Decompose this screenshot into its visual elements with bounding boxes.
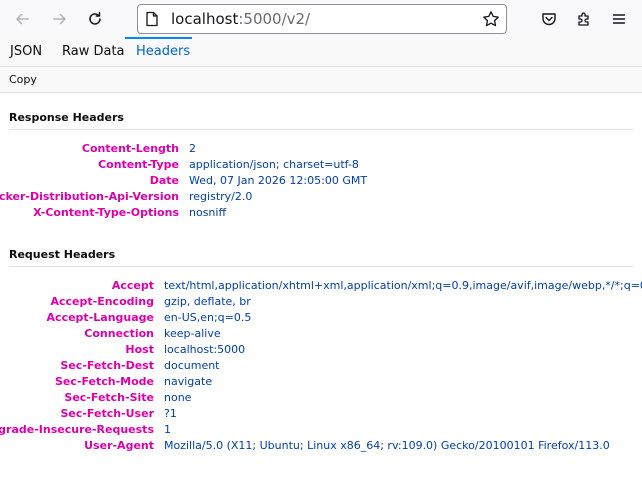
headers-toolbar: Copy — [0, 67, 642, 93]
header-name: User-Agent — [84, 439, 154, 452]
header-value: application/json; charset=utf-8 — [189, 158, 359, 171]
extensions-button[interactable] — [570, 5, 598, 33]
forward-arrow-icon — [53, 13, 66, 25]
header-value: 2 — [189, 142, 196, 155]
header-name: Date — [149, 174, 179, 187]
reload-icon — [89, 12, 101, 25]
header-name: Content-Type — [98, 158, 179, 171]
hamburger-menu-icon — [612, 14, 626, 24]
header-row: Upgrade-Insecure-Requests 1 — [0, 422, 642, 438]
header-name: Host — [125, 343, 154, 356]
star-icon[interactable] — [482, 10, 500, 28]
header-value: document — [164, 359, 220, 372]
header-name: Content-Length — [81, 142, 179, 155]
header-row: Content-Length 2 — [0, 141, 642, 157]
header-row: Sec-Fetch-Dest document — [0, 358, 642, 374]
header-row: Connection keep-alive — [0, 326, 642, 342]
header-value: keep-alive — [164, 327, 221, 340]
header-value: nosniff — [189, 206, 227, 219]
header-value: Wed, 07 Jan 2026 12:05:00 GMT — [189, 174, 368, 187]
header-value: registry/2.0 — [189, 190, 253, 203]
header-name: X-Content-Type-Options — [33, 206, 179, 219]
header-row: Host localhost:5000 — [0, 342, 642, 358]
request-headers-title: Request Headers — [9, 248, 633, 267]
header-value: localhost:5000 — [164, 343, 246, 356]
header-row: Accept text/html,application/xhtml+xml,a… — [0, 278, 642, 294]
page-icon — [146, 11, 158, 27]
reload-button[interactable] — [81, 5, 109, 33]
header-name: Sec-Fetch-Site — [64, 391, 154, 404]
header-row: Sec-Fetch-Mode navigate — [0, 374, 642, 390]
header-value: gzip, deflate, br — [164, 295, 251, 308]
header-row: Date Wed, 07 Jan 2026 12:05:00 GMT — [0, 173, 642, 189]
pocket-icon — [542, 13, 556, 26]
header-row: Sec-Fetch-Site none — [0, 390, 642, 406]
puzzle-icon — [578, 12, 589, 26]
response-headers-title: Response Headers — [9, 111, 633, 130]
back-arrow-icon — [16, 13, 29, 25]
url-bar[interactable]: localhost:5000/v2/ — [137, 4, 507, 34]
url-path: :5000/v2/ — [238, 10, 311, 28]
header-value: en-US,en;q=0.5 — [164, 311, 252, 324]
tab-headers[interactable]: Headers — [136, 37, 190, 66]
header-row: User-Agent Mozilla/5.0 (X11; Ubuntu; Lin… — [0, 438, 642, 454]
tab-json[interactable]: JSON — [10, 37, 42, 66]
header-row: X-Content-Type-Options nosniff — [0, 205, 642, 221]
back-button[interactable] — [8, 5, 36, 33]
copy-button[interactable]: Copy — [9, 67, 37, 92]
header-name: Accept — [111, 279, 154, 292]
header-value: text/html,application/xhtml+xml,applicat… — [164, 279, 642, 292]
header-name: Accept-Encoding — [50, 295, 155, 308]
header-row: Accept-Encoding gzip, deflate, br — [0, 294, 642, 310]
header-name: Connection — [84, 327, 154, 340]
header-row: Docker-Distribution-Api-Version registry… — [0, 189, 642, 205]
header-value: navigate — [164, 375, 213, 388]
url-text[interactable]: localhost:5000/v2/ — [171, 10, 310, 28]
pocket-button[interactable] — [535, 5, 563, 33]
viewer-tabs: JSON Raw Data Headers — [0, 37, 642, 67]
header-row: Sec-Fetch-User ?1 — [0, 406, 642, 422]
url-host: localhost — [171, 10, 239, 28]
header-name: Sec-Fetch-Dest — [60, 359, 154, 372]
header-value: ?1 — [164, 407, 177, 420]
request-headers-table: Accept text/html,application/xhtml+xml,a… — [0, 278, 642, 454]
forward-button[interactable] — [46, 5, 74, 33]
header-row: Accept-Language en-US,en;q=0.5 — [0, 310, 642, 326]
header-value: 1 — [164, 423, 171, 436]
header-row: Content-Type application/json; charset=u… — [0, 157, 642, 173]
header-name: Sec-Fetch-Mode — [54, 375, 154, 388]
header-name: Docker-Distribution-Api-Version — [0, 190, 179, 203]
header-name: Sec-Fetch-User — [60, 407, 154, 420]
header-value: Mozilla/5.0 (X11; Ubuntu; Linux x86_64; … — [164, 439, 610, 452]
tab-raw-data[interactable]: Raw Data — [62, 37, 125, 66]
menu-button[interactable] — [605, 5, 633, 33]
browser-toolbar: localhost:5000/v2/ — [0, 0, 642, 37]
response-headers-table: Content-Length 2 Content-Type applicatio… — [0, 141, 642, 221]
header-value: none — [164, 391, 192, 404]
header-name: Upgrade-Insecure-Requests — [0, 423, 154, 436]
header-name: Accept-Language — [46, 311, 154, 324]
